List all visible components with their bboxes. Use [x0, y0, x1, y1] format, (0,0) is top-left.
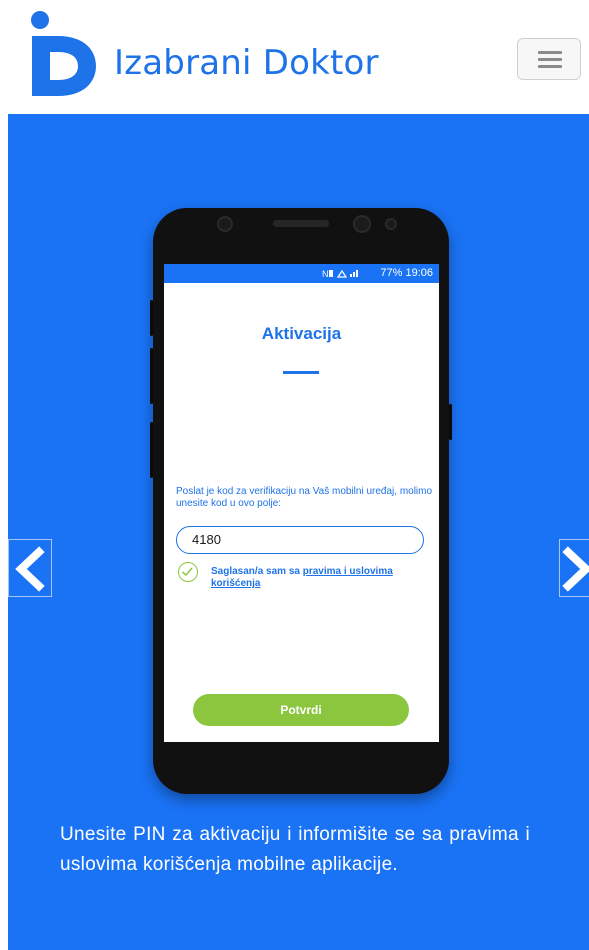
confirm-button[interactable]: Potvrdi [193, 694, 409, 726]
phone-side-button [150, 348, 153, 404]
phone-screen: N 77% 19:06 Aktivacija Poslat je kod za … [164, 264, 439, 742]
phone-speaker [273, 220, 329, 227]
chevron-left-icon [15, 546, 45, 592]
check-icon [182, 567, 193, 577]
phone-mockup: N 77% 19:06 Aktivacija Poslat je kod za … [150, 208, 452, 794]
site-header: Izabrani Doktor [0, 0, 589, 114]
consent-prefix: Saglasan/a sam sa [211, 566, 303, 577]
screen-title: Aktivacija [261, 324, 342, 343]
status-bar: N 77% 19:06 [164, 264, 439, 283]
hamburger-bar [538, 65, 562, 68]
brand-name[interactable]: Izabrani Doktor [114, 43, 379, 83]
menu-button[interactable] [517, 38, 581, 80]
status-text: 77% 19:06 [380, 267, 433, 279]
svg-text:N: N [322, 269, 329, 279]
id-logo-icon[interactable] [30, 10, 98, 96]
phone-side-button [150, 300, 153, 336]
hamburger-menu-icon [538, 51, 562, 54]
phone-side-button [449, 404, 452, 440]
front-camera-icon [353, 215, 371, 233]
consent-checkbox[interactable] [178, 562, 198, 582]
phone-side-button [150, 422, 153, 478]
slider-next-button[interactable] [559, 539, 589, 597]
sensor-icon [385, 218, 397, 230]
consent-label: Saglasan/a sam sa pravima i uslovima kor… [211, 566, 411, 590]
title-underline [283, 371, 319, 374]
pin-input[interactable]: 4180 [176, 526, 424, 554]
verification-hint: Poslat je kod za verifikaciju na Vaš mob… [176, 486, 433, 509]
front-camera-icon [217, 216, 233, 232]
chevron-right-icon [562, 546, 589, 592]
slider-prev-button[interactable] [8, 539, 52, 597]
status-icons: N [322, 269, 358, 279]
slide-caption: Unesite PIN za aktivaciju i informišite … [60, 824, 530, 875]
hamburger-bar [538, 58, 562, 61]
